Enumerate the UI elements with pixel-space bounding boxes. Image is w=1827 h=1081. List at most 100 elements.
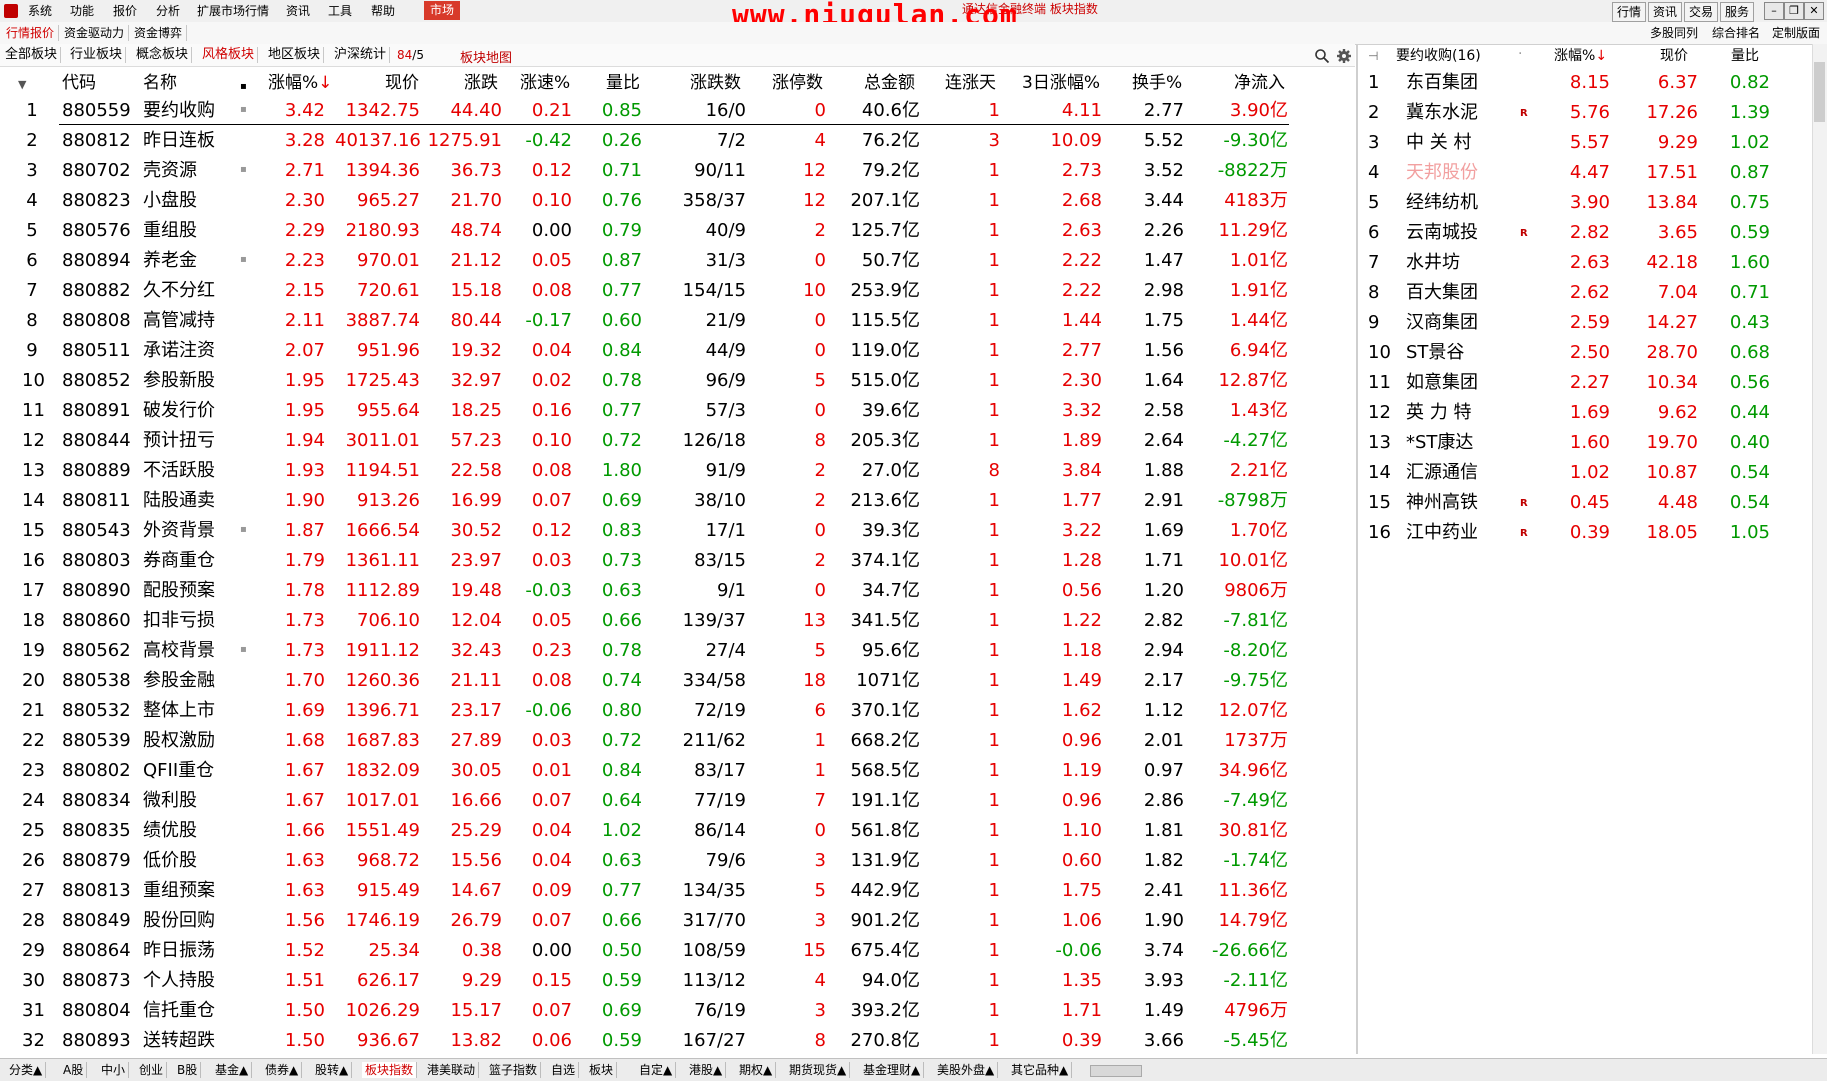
bottom-tab-us-foreign[interactable]: 美股外盘▲ xyxy=(934,1062,999,1078)
bottom-tab-bond[interactable]: 债券▲ xyxy=(262,1062,303,1078)
table-row[interactable]: 32 880893 送转超跌 1.50 936.67 13.82 0.06 0.59 167/2… xyxy=(0,1026,1355,1056)
header-3day-change[interactable]: 3日涨幅% xyxy=(1022,72,1100,94)
tab-all-sectors[interactable]: 全部板块 xyxy=(2,47,62,63)
table-row[interactable]: 5 880576 重组股 2.29 2180.93 48.74 0.00 0.79 40/9 2 1… xyxy=(0,216,1355,246)
header-up-days[interactable]: 连涨天 xyxy=(945,72,996,94)
table-row[interactable]: 11 880891 破发行价 1.95 955.64 18.25 0.16 0.77 57/3 0… xyxy=(0,396,1355,426)
restore-icon[interactable]: ❐ xyxy=(1784,2,1804,20)
tab-style-sectors[interactable]: 风格板块 xyxy=(199,47,259,63)
table-row[interactable]: 28 880849 股份回购 1.56 1746.19 26.79 0.07 0.66 317/… xyxy=(0,906,1355,936)
table-row[interactable]: 23 880802 QFII重仓 1.67 1832.09 30.05 0.01 0.84 83… xyxy=(0,756,1355,786)
bottom-tab-fund-wealth[interactable]: 基金理财▲ xyxy=(860,1062,925,1078)
tab-shsz-stats[interactable]: 沪深统计 xyxy=(331,47,391,63)
tab-fund-game[interactable]: 资金博弈 xyxy=(130,25,188,41)
menu-quote[interactable]: 报价 xyxy=(113,3,137,19)
table-row[interactable]: 24 880834 微利股 1.67 1017.01 16.66 0.07 0.64 77/19… xyxy=(0,786,1355,816)
panel-row[interactable]: 2 冀东水泥 5.76 17.26 1.39 R xyxy=(1358,98,1813,128)
bottom-tab-futures-spot[interactable]: 期货现货▲ xyxy=(786,1062,851,1078)
panel-row[interactable]: 6 云南城投 2.82 3.65 0.59 R xyxy=(1358,218,1813,248)
table-row[interactable]: 29 880864 昨日振荡 1.52 25.34 0.38 0.00 0.50 108/59 1… xyxy=(0,936,1355,966)
header-filter-icon[interactable]: ▪ xyxy=(240,76,247,98)
table-row[interactable]: 22 880539 股权激励 1.68 1687.83 27.89 0.03 0.72 211/… xyxy=(0,726,1355,756)
menu-analysis[interactable]: 分析 xyxy=(156,3,180,19)
table-row[interactable]: 27 880813 重组预案 1.63 915.49 14.67 0.09 0.77 134/3… xyxy=(0,876,1355,906)
panel-row[interactable]: 3 中 关 村 5.57 9.29 1.02 xyxy=(1358,128,1813,158)
bottom-tab-custom[interactable]: 自定▲ xyxy=(636,1062,677,1078)
bottom-tab-hk-us-link[interactable]: 港美联动 xyxy=(424,1062,480,1078)
table-row[interactable]: 10 880852 参股新股 1.95 1725.43 32.97 0.02 0.78 96/9… xyxy=(0,366,1355,396)
header-name[interactable]: 名称 xyxy=(143,72,177,94)
table-row[interactable]: 19 880562 高校背景 1.73 1911.12 32.43 0.23 0.78 27/4… xyxy=(0,636,1355,666)
table-row[interactable]: 21 880532 整体上市 1.69 1396.71 23.17 -0.06 0.80 72/… xyxy=(0,696,1355,726)
table-row[interactable]: 31 880804 信托重仓 1.50 1026.29 15.17 0.07 0.69 76/1… xyxy=(0,996,1355,1026)
table-row[interactable]: 30 880873 个人持股 1.51 626.17 9.29 0.15 0.59 113/12… xyxy=(0,966,1355,996)
close-icon[interactable]: ✕ xyxy=(1804,2,1824,20)
menu-news[interactable]: 资讯 xyxy=(286,3,310,19)
header-volume-ratio[interactable]: 量比 xyxy=(606,72,640,94)
header-speed[interactable]: 涨速% xyxy=(520,72,570,94)
table-row[interactable]: 17 880890 配股预案 1.78 1112.89 19.48 -0.03 0.63 9/1… xyxy=(0,576,1355,606)
bottom-tab-fund[interactable]: 基金▲ xyxy=(212,1062,253,1078)
menu-tools[interactable]: 工具 xyxy=(328,3,352,19)
panel-header-volume-ratio[interactable]: 量比 xyxy=(1731,47,1759,65)
panel-row[interactable]: 4 天邦股份 4.47 17.51 0.87 xyxy=(1358,158,1813,188)
header-change-pct[interactable]: 涨幅%↓ xyxy=(268,72,332,94)
panel-row[interactable]: 7 水井坊 2.63 42.18 1.60 xyxy=(1358,248,1813,278)
bottom-tab-neeq[interactable]: 股转▲ xyxy=(312,1062,353,1078)
menu-help[interactable]: 帮助 xyxy=(371,3,395,19)
table-row[interactable]: 14 880811 陆股通卖 1.90 913.26 16.99 0.07 0.69 38/10… xyxy=(0,486,1355,516)
table-row[interactable]: 12 880844 预计扭亏 1.94 3011.01 57.23 0.10 0.72 126/… xyxy=(0,426,1355,456)
gear-icon[interactable] xyxy=(1336,48,1352,64)
table-row[interactable]: 16 880803 券商重仓 1.79 1361.11 23.97 0.03 0.73 83/1… xyxy=(0,546,1355,576)
table-row[interactable]: 18 880860 扣非亏损 1.73 706.10 12.04 0.05 0.66 139/3… xyxy=(0,606,1355,636)
tab-region-sectors[interactable]: 地区板块 xyxy=(265,47,325,63)
panel-row[interactable]: 14 汇源通信 1.02 10.87 0.54 xyxy=(1358,458,1813,488)
panel-row[interactable]: 16 江中药业 0.39 18.05 1.05 R xyxy=(1358,518,1813,548)
button-composite-rank[interactable]: 综合排名 xyxy=(1712,25,1760,41)
panel-row[interactable]: 15 神州高铁 0.45 4.48 0.54 R xyxy=(1358,488,1813,518)
table-row[interactable]: 25 880835 绩优股 1.66 1551.49 25.29 0.04 1.02 86/14… xyxy=(0,816,1355,846)
bottom-tab-sector[interactable]: 板块 xyxy=(586,1062,618,1078)
header-turnover-amount[interactable]: 总金额 xyxy=(864,72,915,94)
top-button-service[interactable]: 服务 xyxy=(1720,2,1755,22)
top-button-quote[interactable]: 行情 xyxy=(1612,2,1647,22)
bottom-tab-options[interactable]: 期权▲ xyxy=(736,1062,777,1078)
search-icon[interactable] xyxy=(1314,48,1330,64)
sector-map-link[interactable]: 板块地图 xyxy=(460,47,512,66)
header-code[interactable]: 代码 xyxy=(62,72,96,94)
panel-row[interactable]: 1 东百集团 8.15 6.37 0.82 xyxy=(1358,68,1813,98)
header-price[interactable]: 现价 xyxy=(385,72,419,94)
menu-system[interactable]: 系统 xyxy=(28,3,52,19)
button-multi-stock[interactable]: 多股同列 xyxy=(1650,25,1698,41)
table-row[interactable]: 1 880559 要约收购 3.42 1342.75 44.40 0.21 0.85 16/0 0… xyxy=(0,96,1355,126)
panel-row[interactable]: 11 如意集团 2.27 10.34 0.56 xyxy=(1358,368,1813,398)
header-net-inflow[interactable]: 净流入 xyxy=(1234,72,1285,94)
bottom-tab-basket-index[interactable]: 篮子指数 xyxy=(486,1062,542,1078)
header-turnover-rate[interactable]: 换手% xyxy=(1132,72,1182,94)
menu-extended-market[interactable]: 扩展市场行情 xyxy=(197,3,269,19)
bottom-tab-sector-index[interactable]: 板块指数 xyxy=(362,1062,418,1078)
tab-quote-list[interactable]: 行情报价 xyxy=(2,25,60,41)
header-up-down-count[interactable]: 涨跌数 xyxy=(690,72,741,94)
panel-header-change[interactable]: 涨幅%↓ xyxy=(1554,47,1607,65)
table-row[interactable]: 6 880894 养老金 2.23 970.01 21.12 0.05 0.87 31/3 0 50… xyxy=(0,246,1355,276)
table-row[interactable]: 26 880879 低价股 1.63 968.72 15.56 0.04 0.63 79/6 3 1… xyxy=(0,846,1355,876)
panel-row[interactable]: 9 汉商集团 2.59 14.27 0.43 xyxy=(1358,308,1813,338)
menu-market[interactable]: 市场 xyxy=(424,1,461,20)
panel-pin-icon[interactable]: ⊣ xyxy=(1368,47,1378,65)
table-row[interactable]: 20 880538 参股金融 1.70 1260.36 21.11 0.08 0.74 334/… xyxy=(0,666,1355,696)
table-row[interactable]: 13 880889 不活跃股 1.93 1194.51 22.58 0.08 1.80 91/9… xyxy=(0,456,1355,486)
panel-header-price[interactable]: 现价 xyxy=(1660,47,1688,65)
table-row[interactable]: 4 880823 小盘股 2.30 965.27 21.70 0.10 0.76 358/37 1… xyxy=(0,186,1355,216)
tab-industry-sectors[interactable]: 行业板块 xyxy=(67,47,127,63)
scrollbar-thumb[interactable] xyxy=(1814,62,1825,122)
table-row[interactable]: 3 880702 壳资源 2.71 1394.36 36.73 0.12 0.71 90/11 1… xyxy=(0,156,1355,186)
bottom-tab-chinext[interactable]: 创业 xyxy=(136,1062,168,1078)
top-button-news[interactable]: 资讯 xyxy=(1648,2,1683,22)
sort-down-icon[interactable]: ▼ xyxy=(18,74,26,96)
header-limit-up-count[interactable]: 涨停数 xyxy=(772,72,823,94)
tab-fund-drive[interactable]: 资金驱动力 xyxy=(60,25,130,41)
horizontal-scroll-thumb[interactable] xyxy=(1090,1065,1142,1077)
panel-row[interactable]: 8 百大集团 2.62 7.04 0.71 xyxy=(1358,278,1813,308)
header-change[interactable]: 涨跌 xyxy=(464,72,498,94)
